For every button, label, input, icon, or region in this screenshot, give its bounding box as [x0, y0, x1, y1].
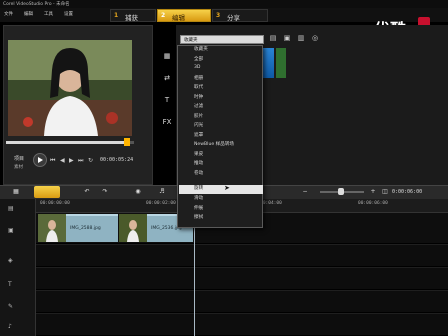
menu-file[interactable]: 文件: [4, 11, 13, 17]
app-title: Corel VideoStudio Pro - 未命名: [3, 2, 70, 7]
options-icon[interactable]: ◎: [310, 34, 320, 44]
preview-scrubber-fill: [6, 141, 127, 144]
transition-thumbnail[interactable]: [262, 48, 274, 78]
dropdown-item[interactable]: 全部: [194, 56, 203, 65]
timecode[interactable]: 00:00:05:24: [100, 157, 133, 163]
undo-icon[interactable]: ↶: [82, 188, 92, 198]
previous-frame-icon[interactable]: ◀: [60, 157, 65, 164]
dropdown-item[interactable]: 收藏夹: [194, 46, 208, 55]
import-icon[interactable]: ▥: [296, 34, 306, 44]
dropdown-item[interactable]: 滑动: [194, 195, 203, 204]
track-headers: ▤ ▣ ◈ T ✎ ♪: [0, 199, 36, 336]
redo-icon[interactable]: ↷: [100, 188, 110, 198]
ruler-label: 00:00:00:00: [40, 201, 70, 206]
tab-share[interactable]: 3 分享: [212, 9, 268, 22]
dropdown-item[interactable]: 卷动: [194, 170, 203, 179]
gallery-dropdown[interactable]: 收藏夹: [180, 35, 264, 44]
dropdown-item[interactable]: 时钟: [194, 94, 203, 103]
repeat-icon[interactable]: ↻: [88, 157, 93, 164]
transition-thumbnail[interactable]: [276, 48, 286, 78]
dropdown-item[interactable]: 伸展: [194, 205, 203, 214]
preview-scrubber-handle[interactable]: [124, 138, 130, 146]
project-mode-label[interactable]: 项目: [14, 155, 24, 162]
gallery-selected: 收藏夹: [184, 38, 198, 43]
fit-icon[interactable]: ◫: [380, 188, 390, 198]
clip-name: IMG_2588.jpg: [70, 226, 101, 231]
transition-icon[interactable]: ⇄: [159, 74, 175, 88]
ruler-label: 00:00:02:00: [146, 201, 176, 206]
video-track-icon[interactable]: ▣: [8, 227, 14, 234]
mouse-cursor-icon: ➤: [224, 184, 230, 192]
zoom-slider-handle[interactable]: [338, 188, 344, 195]
menu-tools[interactable]: 工具: [44, 11, 53, 17]
home-icon[interactable]: ⏮: [50, 157, 55, 165]
step-number: 1: [114, 12, 119, 19]
overlay-track-icon[interactable]: ◈: [8, 257, 13, 264]
step-label: 分享: [227, 14, 240, 22]
video-preview: [8, 40, 132, 136]
title-track[interactable]: [36, 267, 448, 289]
dropdown-item[interactable]: 遮罩: [194, 132, 203, 141]
dropdown-item[interactable]: 果皮: [194, 151, 203, 160]
clip-mode-label[interactable]: 素材: [14, 164, 23, 170]
step-tabs: 1 捕获 2 编辑 3 分享: [110, 9, 268, 22]
dropdown-item[interactable]: NewBlue 样品转场: [194, 141, 234, 150]
gallery-dropdown-menu: 收藏夹 全部 3D 相册 取代 时钟 过滤 胶片 闪光 遮罩 NewBlue 样…: [177, 45, 263, 228]
ruler-label: 00:00:06:00: [358, 201, 388, 206]
step-label: 编辑: [172, 14, 185, 22]
apply-icon[interactable]: ▣: [282, 34, 292, 44]
music-track[interactable]: [36, 313, 448, 335]
tab-edit[interactable]: 2 编辑: [157, 9, 211, 22]
timeline-duration: 0:00:06:00: [392, 189, 423, 195]
step-number: 2: [161, 12, 166, 19]
end-icon[interactable]: ⏭: [78, 157, 83, 165]
dropdown-item[interactable]: 闪光: [194, 122, 203, 131]
play-icon: [38, 157, 43, 163]
step-label: 捕获: [125, 14, 138, 22]
record-icon[interactable]: ◉: [132, 188, 144, 198]
clip-thumbnail: [119, 214, 147, 242]
step-number: 3: [216, 12, 221, 19]
zoom-in-icon[interactable]: +: [368, 188, 378, 198]
zoom-out-icon[interactable]: −: [300, 188, 310, 198]
voice-track-icon[interactable]: ✎: [8, 303, 13, 310]
voice-track[interactable]: [36, 290, 448, 312]
dropdown-item[interactable]: 相册: [194, 75, 203, 84]
play-button[interactable]: [33, 153, 47, 167]
dropdown-item-highlighted[interactable]: 旋转: [179, 185, 263, 194]
overlay-track[interactable]: [36, 244, 448, 266]
preview-image: [8, 40, 132, 136]
title-track-icon[interactable]: T: [8, 281, 12, 288]
clip-thumbnail: [38, 214, 66, 242]
dropdown-item[interactable]: 3D: [194, 65, 200, 74]
timeline-view-button[interactable]: [34, 186, 60, 198]
dropdown-item[interactable]: 过滤: [194, 103, 203, 112]
audio-mix-icon[interactable]: ♬: [156, 188, 168, 198]
next-frame-icon[interactable]: ▶: [69, 157, 74, 164]
menu-edit[interactable]: 编辑: [24, 11, 33, 17]
dropdown-item[interactable]: 擦拭: [194, 214, 203, 223]
dropdown-item[interactable]: 取代: [194, 84, 203, 93]
timeline-clip[interactable]: IMG_2588.jpg: [66, 214, 118, 242]
music-track-icon[interactable]: ♪: [8, 323, 12, 330]
filter-label[interactable]: FX: [159, 118, 175, 132]
media-icon[interactable]: ▦: [159, 52, 175, 66]
dropdown-item[interactable]: 胶片: [194, 113, 203, 122]
add-track-icon[interactable]: ▤: [8, 205, 14, 212]
tool-strip: ▦ ⇄ T FX: [157, 48, 177, 142]
menu-settings[interactable]: 设置: [64, 11, 73, 17]
dropdown-item[interactable]: 推动: [194, 160, 203, 169]
library-toolbar: ▤ ▣ ▥ ◎: [268, 34, 338, 44]
folder-icon[interactable]: ▤: [268, 34, 278, 44]
tab-capture[interactable]: 1 捕获: [110, 9, 156, 22]
storyboard-view-icon[interactable]: ▦: [6, 188, 26, 198]
title-icon[interactable]: T: [159, 96, 175, 110]
